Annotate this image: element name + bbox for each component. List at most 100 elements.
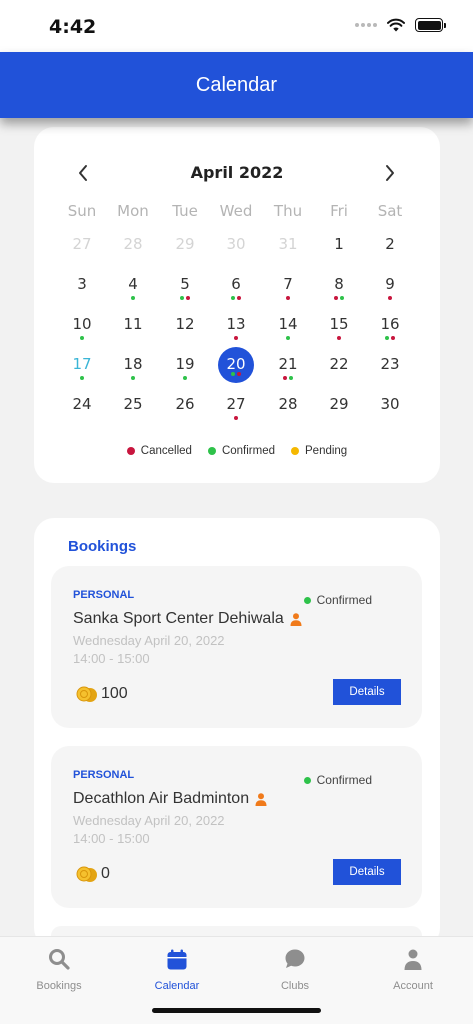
calendar-day[interactable]: 8 xyxy=(321,267,357,303)
status-bar: 4:42 xyxy=(0,0,473,52)
booking-dots xyxy=(218,416,254,420)
calendar-day[interactable]: 3 xyxy=(64,267,100,303)
booking-date: Wednesday April 20, 2022 xyxy=(73,633,225,648)
calendar-day[interactable]: 10 xyxy=(64,307,100,343)
nav-label: Bookings xyxy=(36,980,82,992)
status-dot-icon xyxy=(303,596,311,604)
calendar-day[interactable]: 7 xyxy=(270,267,306,303)
cancelled-dot-icon xyxy=(237,296,241,300)
weekday-label: Wed xyxy=(219,202,253,220)
calendar-day[interactable]: 28 xyxy=(270,387,306,423)
calendar-day[interactable]: 22 xyxy=(321,347,357,383)
calendar-day[interactable]: 5 xyxy=(167,267,203,303)
confirmed-dot-icon xyxy=(80,376,84,380)
calendar-day-number: 13 xyxy=(226,315,246,333)
booking-type: PERSONAL xyxy=(73,769,135,781)
wifi-icon xyxy=(387,18,405,32)
calendar-day[interactable]: 18 xyxy=(115,347,151,383)
calendar-day-number: 12 xyxy=(175,315,195,333)
nav-item-account[interactable]: Account xyxy=(368,947,458,992)
calendar-day[interactable]: 27 xyxy=(218,387,254,423)
confirmed-dot-icon xyxy=(231,296,235,300)
calendar-day-number: 16 xyxy=(380,315,400,333)
calendar-day[interactable]: 30 xyxy=(372,387,408,423)
nav-item-clubs[interactable]: Clubs xyxy=(250,947,340,992)
person-icon xyxy=(255,792,267,806)
coins-icon xyxy=(76,686,97,702)
cancelled-dot-icon xyxy=(186,296,190,300)
calendar-day-number: 26 xyxy=(175,395,195,413)
calendar-day[interactable]: 6 xyxy=(218,267,254,303)
calendar-day-number: 22 xyxy=(329,355,349,373)
calendar-day[interactable]: 9 xyxy=(372,267,408,303)
calendar-day-number: 21 xyxy=(278,355,298,373)
calendar-day[interactable]: 12 xyxy=(167,307,203,343)
calendar-day-number: 14 xyxy=(278,315,298,333)
calendar-day[interactable]: 13 xyxy=(218,307,254,343)
coins-icon xyxy=(76,866,97,882)
nav-label: Calendar xyxy=(154,980,200,992)
calendar-day[interactable]: 16 xyxy=(372,307,408,343)
booking-dots xyxy=(270,336,306,340)
calendar-day[interactable]: 24 xyxy=(64,387,100,423)
calendar-day[interactable]: 31 xyxy=(270,227,306,263)
cancelled-dot-icon xyxy=(126,447,135,455)
calendar-day[interactable]: 29 xyxy=(321,387,357,423)
calendar-day[interactable]: 30 xyxy=(218,227,254,263)
nav-item-calendar[interactable]: Calendar xyxy=(132,947,222,992)
calendar-day[interactable]: 19 xyxy=(167,347,203,383)
booking-dots xyxy=(270,376,306,380)
calendar-day[interactable]: 28 xyxy=(115,227,151,263)
calendar-day[interactable]: 25 xyxy=(115,387,151,423)
confirmed-dot-icon xyxy=(340,296,344,300)
cancelled-dot-icon xyxy=(283,376,287,380)
calendar-day-number: 5 xyxy=(180,275,190,293)
nav-label: Clubs xyxy=(280,980,310,992)
status-time: 4:42 xyxy=(49,16,97,38)
legend-item-confirmed: Confirmed xyxy=(207,445,275,457)
calendar-day[interactable]: 15 xyxy=(321,307,357,343)
calendar-day[interactable]: 27 xyxy=(64,227,100,263)
signal-icon xyxy=(355,23,377,27)
confirmed-dot-icon xyxy=(131,376,135,380)
chevron-right-icon xyxy=(386,165,394,181)
weekday-header: Sun Mon Tue Wed Thu Fri Sat xyxy=(0,202,473,222)
calendar-day[interactable]: 2 xyxy=(372,227,408,263)
calendar-day[interactable]: 26 xyxy=(167,387,203,423)
calendar-day[interactable]: 23 xyxy=(372,347,408,383)
next-month-button[interactable] xyxy=(379,162,401,184)
calendar-day-number: 30 xyxy=(380,395,400,413)
weekday-label: Sun xyxy=(67,202,97,220)
details-button[interactable]: Details xyxy=(333,679,401,705)
calendar-day[interactable]: 14 xyxy=(270,307,306,343)
booking-points-value: 100 xyxy=(101,685,128,702)
calendar-day-number: 2 xyxy=(385,235,395,253)
calendar-day[interactable]: 1 xyxy=(321,227,357,263)
calendar-day[interactable]: 29 xyxy=(167,227,203,263)
booking-venue-name: Sanka Sport Center Dehiwala xyxy=(73,610,284,627)
booking-dots xyxy=(167,376,203,380)
calendar-day[interactable]: 11 xyxy=(115,307,151,343)
details-button[interactable]: Details xyxy=(333,859,401,885)
booking-dots xyxy=(115,296,151,300)
booking-time: 14:00 - 15:00 xyxy=(73,831,150,846)
calendar-day[interactable]: 17 xyxy=(64,347,100,383)
legend-label: Confirmed xyxy=(221,445,275,457)
person-icon xyxy=(404,949,422,970)
confirmed-dot-icon xyxy=(231,372,235,376)
calendar-day[interactable]: 21 xyxy=(270,347,306,383)
calendar-day-selected[interactable]: 20 xyxy=(218,347,254,383)
booking-venue-name: Decathlon Air Badminton xyxy=(73,790,250,807)
booking-status-label: Confirmed xyxy=(316,593,372,607)
calendar-day-number: 29 xyxy=(175,235,195,253)
booking-dots xyxy=(115,376,151,380)
booking-points: 0 xyxy=(75,864,110,884)
booking-card: PERSONAL Confirmed Decathlon Air Badmint… xyxy=(51,746,422,908)
nav-item-bookings[interactable]: Bookings xyxy=(14,947,104,992)
calendar-day-number: 7 xyxy=(283,275,293,293)
page-title: Calendar xyxy=(195,73,278,96)
weekday-label: Fri xyxy=(330,202,348,220)
calendar-day-number: 20 xyxy=(226,355,246,373)
weekday-label: Tue xyxy=(172,202,198,220)
calendar-day[interactable]: 4 xyxy=(115,267,151,303)
